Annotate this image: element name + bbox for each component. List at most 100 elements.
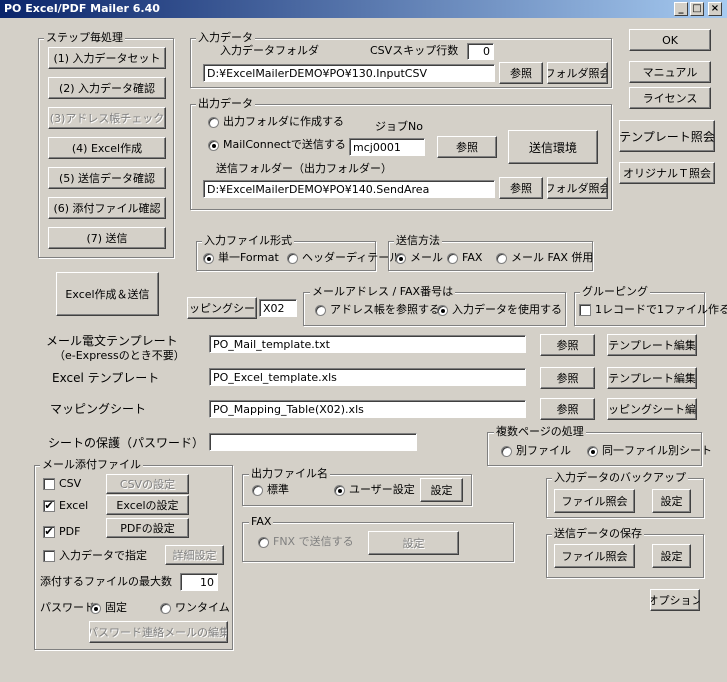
excel-create-send-button[interactable]: Excel作成＆送信 [56,272,159,316]
pdf-checkbox-label: PDF [59,525,81,538]
mailconnect-radio[interactable]: MailConnectで送信する [208,138,346,152]
excel-template-browse-button[interactable]: 参照 [540,367,595,389]
checkbox-icon [43,550,55,562]
max-attach-label: 添付するファイルの最大数 [40,575,172,588]
output-folder-radio[interactable]: 出力フォルダに作成する [208,115,344,129]
max-attach-field[interactable]: 10 [180,573,218,591]
backup-file-view-button[interactable]: ファイル照会 [554,489,635,513]
step6-button[interactable]: (6) 添付ファイル確認 [48,197,166,219]
mapping-template-field[interactable]: PO_Mapping_Table(X02).xls [209,400,526,418]
job-no-label: ジョブNo [375,120,423,133]
radio-icon [315,304,326,316]
input-folder-field[interactable]: D:¥ExcelMailerDEMO¥PO¥130.InputCSV [203,64,495,82]
pw-mail-edit-button[interactable]: パスワード連絡メールの編集 [89,621,228,643]
radio-selected-icon [587,445,598,457]
mapping-template-browse-button[interactable]: 参照 [540,398,595,420]
license-button[interactable]: ライセンス [629,87,711,109]
fnx-radio[interactable]: FNX で送信する [258,535,354,549]
mail-template-field[interactable]: PO_Mail_template.txt [209,335,526,353]
send-mail-radio-label: メール [410,251,443,264]
sheet-protect-label: シートの保護（パスワード） [48,436,205,450]
mapping-sheet-field[interactable]: X02 [259,299,297,317]
filename-settings-button[interactable]: 設定 [420,478,463,502]
one-record-checkbox[interactable]: 1レコードで1ファイル作る [579,303,727,317]
excel-settings-button[interactable]: Excelの設定 [106,495,189,515]
step2-button[interactable]: (2) 入力データ確認 [48,77,166,99]
output-data-group-label: 出力データ [196,97,255,110]
manual-button[interactable]: マニュアル [629,61,711,83]
send-folder-browse-button[interactable]: 参照 [499,177,543,199]
excel-template-label: Excel テンプレート [52,371,160,385]
send-fax-radio-label: FAX [462,251,483,264]
step3-button[interactable]: (3)アドレス帳チェック [48,107,166,129]
mapping-template-label: マッピングシート [50,402,147,416]
save-settings-button[interactable]: 設定 [652,544,691,568]
radio-selected-icon [208,139,219,151]
ok-button[interactable]: OK [629,29,711,51]
radio-selected-icon [395,252,406,264]
step1-button[interactable]: (1) 入力データセット [48,47,166,69]
backup-settings-button[interactable]: 設定 [652,489,691,513]
step4-button[interactable]: (4) Excel作成 [48,137,166,159]
excel-checkbox[interactable]: ✔ Excel [43,499,88,513]
input-backup-group-label: 入力データのバックアップ [552,471,688,484]
job-no-field[interactable]: mcj0001 [349,138,425,156]
csv-settings-button[interactable]: CSVの設定 [106,474,189,494]
csv-checkbox[interactable]: CSV [43,477,81,491]
mailconnect-radio-label: MailConnectで送信する [223,138,346,151]
output-browse-button[interactable]: 参照 [437,136,497,158]
minimize-icon[interactable]: _ [674,2,688,16]
step7-button[interactable]: (7) 送信 [48,227,166,249]
radio-icon [258,536,269,548]
input-specify-checkbox[interactable]: 入力データで指定 [43,549,147,563]
maximize-icon[interactable]: □ [690,2,704,16]
address-book-radio[interactable]: アドレス帳を参照する [315,303,440,317]
original-view-button[interactable]: オリジナルＴ照会 [619,162,715,184]
pdf-settings-button[interactable]: PDFの設定 [106,518,189,538]
send-folder-label: 送信フォルダー（出力フォルダー） [216,162,392,175]
template-view-button[interactable]: テンプレート照会 [619,120,715,152]
excel-template-edit-button[interactable]: テンプレート編集 [607,367,697,389]
input-browse-button[interactable]: 参照 [499,62,543,84]
sheet-protect-field[interactable] [209,433,417,451]
radio-icon [447,252,458,264]
csv-checkbox-label: CSV [59,477,82,490]
send-mail-radio[interactable]: メール [395,251,443,265]
filename-standard-radio[interactable]: 標準 [252,483,289,497]
output-folder-radio-label: 出力フォルダに作成する [223,115,344,128]
separate-file-radio[interactable]: 別ファイル [501,444,571,458]
input-folder-label: 入力データフォルダ [220,44,319,57]
send-fax-radio[interactable]: FAX [447,251,482,265]
csv-skip-field[interactable]: 0 [467,43,494,60]
same-file-radio[interactable]: 同一ファイル別シート [587,444,712,458]
input-folder-view-button[interactable]: フォルダ照会 [547,62,608,84]
mail-template-edit-button[interactable]: テンプレート編集 [607,334,697,356]
same-file-radio-label: 同一ファイル別シート [602,444,712,457]
pw-fixed-radio[interactable]: 固定 [90,601,127,615]
filename-user-radio[interactable]: ユーザー設定 [334,483,415,497]
send-folder-view-button[interactable]: フォルダ照会 [547,177,608,199]
mail-attach-group-label: メール添付ファイル [40,458,143,471]
input-data-radio[interactable]: 入力データを使用する [437,303,562,317]
pw-onetime-radio[interactable]: ワンタイム [160,601,230,615]
send-env-button[interactable]: 送信環境 [508,130,598,164]
single-format-radio-label: 単一Format [218,251,279,264]
send-folder-field[interactable]: D:¥ExcelMailerDEMO¥PO¥140.SendArea [203,180,495,198]
pdf-checkbox[interactable]: ✔ PDF [43,525,80,539]
radio-icon [208,116,219,128]
detail-settings-button[interactable]: 詳細設定 [165,545,224,565]
header-detail-radio[interactable]: ヘッダーディテール [287,251,400,265]
close-icon[interactable]: × [708,2,722,16]
fax-settings-button[interactable]: 設定 [368,531,459,555]
save-file-view-button[interactable]: ファイル照会 [554,544,635,568]
mail-template-browse-button[interactable]: 参照 [540,334,595,356]
filename-standard-radio-label: 標準 [267,483,289,496]
mapping-sheet-button[interactable]: マッピングシート [187,297,257,319]
header-detail-radio-label: ヘッダーディテール [302,251,401,264]
single-format-radio[interactable]: 単一Format [203,251,279,265]
mapping-sheet-edit-button[interactable]: マッピングシート編集 [607,398,697,420]
step5-button[interactable]: (5) 送信データ確認 [48,167,166,189]
send-both-radio[interactable]: メール FAX 併用 [496,251,593,265]
excel-template-field[interactable]: PO_Excel_template.xls [209,368,526,386]
options-button[interactable]: オプション [650,589,700,611]
